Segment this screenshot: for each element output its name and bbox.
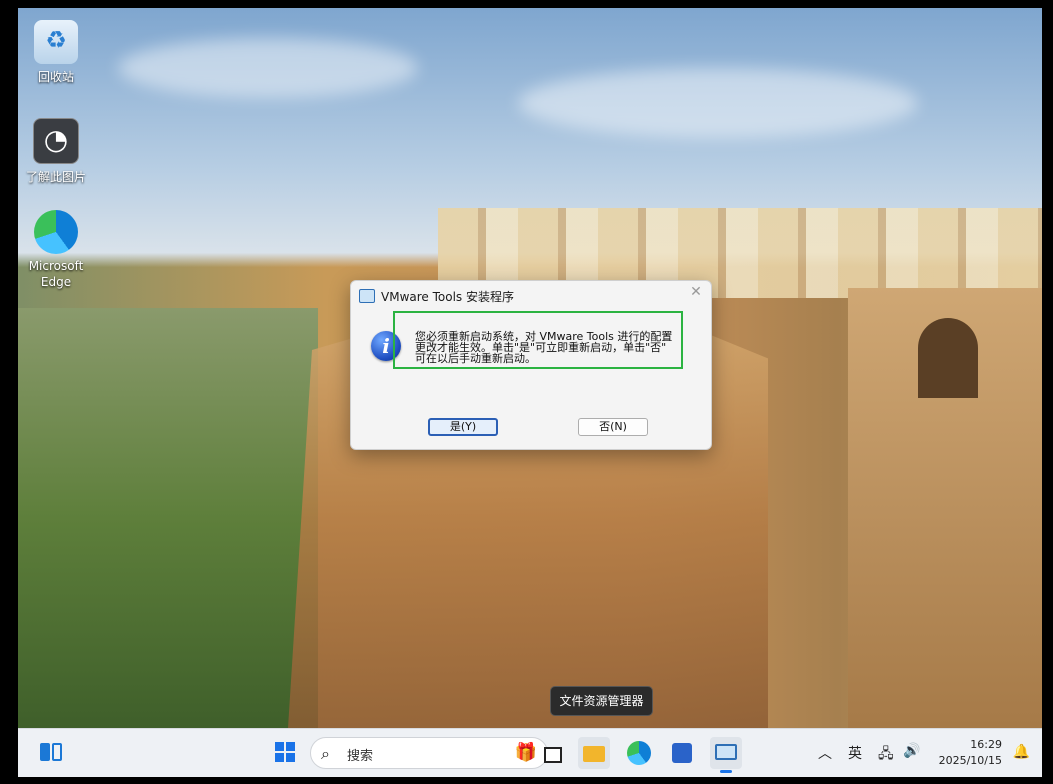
close-icon[interactable]: ✕ (689, 285, 703, 299)
windows-logo-icon (275, 742, 284, 751)
recycle-bin-icon (34, 20, 78, 64)
yes-button[interactable]: 是(Y) (428, 418, 498, 436)
no-button[interactable]: 否(N) (578, 418, 648, 436)
windows-logo-icon-part (275, 753, 284, 762)
desktop-icon-edge[interactable]: Microsoft Edge (18, 210, 96, 290)
folder-icon (583, 746, 605, 762)
edge-icon (627, 741, 651, 765)
gift-icon: 🎁 (514, 742, 537, 763)
store-button[interactable] (666, 737, 698, 769)
desktop-icon-label: 回收站 (37, 70, 74, 84)
edge-icon (34, 210, 78, 254)
start-button[interactable] (270, 737, 302, 769)
wallpaper-cloud (518, 68, 918, 138)
desktop-icon-recycle-bin[interactable]: 回收站 (18, 20, 96, 85)
vmware-tools-app-icon (715, 744, 737, 760)
wallpaper-cloud (118, 38, 418, 98)
dialog-title: VMware Tools 安装程序 (381, 289, 514, 304)
widgets-icon (40, 743, 50, 761)
desktop-icon-learn-about-picture[interactable]: 了解此图片 (18, 118, 96, 185)
widgets-button[interactable] (36, 737, 68, 769)
vmware-tools-app-icon (359, 289, 375, 303)
vmware-tools-taskbar-button[interactable] (710, 737, 742, 773)
windows-logo-icon-part (286, 742, 295, 751)
ime-indicator[interactable]: 英 (848, 743, 862, 763)
desktop-icon-label: 了解此图片 (25, 170, 86, 184)
edge-taskbar-button[interactable] (623, 737, 655, 769)
taskbar-search-box[interactable]: ⌕ 搜索 🎁 (310, 737, 548, 769)
wallpaper-valley (18, 308, 318, 728)
wallpaper-bridge-arch (918, 318, 978, 398)
clock-date: 2025/10/15 (938, 754, 1002, 767)
file-explorer-button[interactable] (578, 737, 610, 769)
message-line: 可在以后手动重新启动。 (415, 352, 536, 365)
notification-icon[interactable]: 🔔 (1013, 744, 1030, 760)
taskbar: ⌕ 搜索 🎁 ︿ 英 🖧 🔊 16:29 2025/10/15 🔔 (18, 728, 1042, 777)
widgets-icon-part (52, 743, 62, 761)
file-explorer-tooltip: 文件资源管理器 (550, 686, 653, 716)
task-view-button[interactable] (536, 737, 568, 769)
search-icon: ⌕ (321, 744, 330, 763)
network-icon[interactable]: 🖧 (878, 743, 894, 767)
clock-time: 16:29 (970, 738, 1002, 751)
camera-icon (33, 118, 79, 164)
desktop-icon-label: Microsoft Edge (28, 259, 84, 289)
windows-logo-icon-part (286, 753, 295, 762)
store-icon (672, 743, 692, 763)
search-placeholder: 搜索 (347, 749, 374, 764)
volume-icon[interactable]: 🔊 (903, 743, 920, 759)
taskbar-clock[interactable]: 16:29 2025/10/15 (939, 737, 1002, 769)
chevron-up-icon[interactable]: ︿ (818, 743, 832, 763)
task-view-icon (544, 747, 562, 763)
dialog-titlebar: VMware Tools 安装程序 (359, 287, 514, 305)
vmware-tools-dialog: VMware Tools 安装程序 ✕ i 您必须重新启动系统，对 VMware… (350, 280, 712, 450)
dialog-message: 您必须重新启动系统，对 VMware Tools 进行的配置 更改才能生效。单击… (393, 311, 683, 369)
